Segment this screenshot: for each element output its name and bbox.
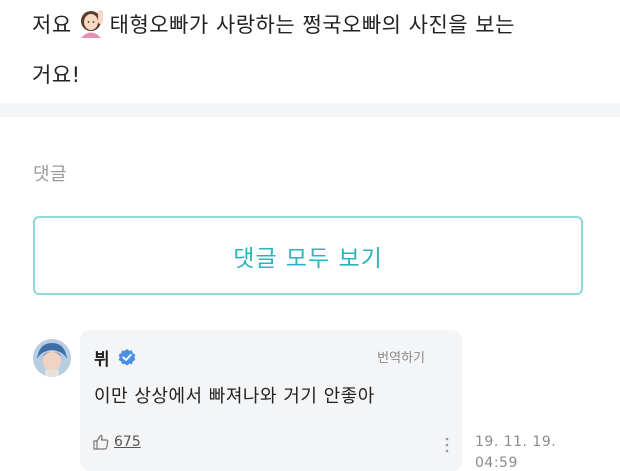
verified-badge-icon: [118, 348, 135, 366]
post-body: 저요 태형오빠가 사랑하는 쩡국오빠의 사진을 보는 거요!: [32, 0, 602, 100]
author-name: 뷔: [94, 350, 110, 370]
translate-button[interactable]: 번역하기: [377, 347, 425, 366]
comment-author[interactable]: 뷔: [94, 345, 137, 370]
post-text-rest: 태형오빠가 사랑하는 쩡국오빠의 사진을 보는: [109, 13, 515, 37]
post-page: 저요 태형오빠가 사랑하는 쩡국오빠의 사진을 보는 거요! 댓글 댓글 모두 …: [0, 0, 620, 471]
post-line-2: 거요!: [32, 63, 81, 87]
avatar[interactable]: [33, 339, 71, 377]
comment-time: 04:59: [475, 455, 518, 471]
more-options-icon[interactable]: [444, 436, 450, 454]
view-all-comments-button[interactable]: 댓글 모두 보기: [33, 216, 583, 295]
avatar-image: [33, 339, 71, 377]
comment-bubble: 뷔 번역하기 이만 상상에서 빠져나와 거기 안좋아 675: [80, 330, 462, 471]
comments-heading: 댓글: [33, 164, 68, 185]
like-button[interactable]: 675: [92, 433, 141, 451]
comment-date: 19. 11. 19.: [475, 434, 557, 450]
raising-hand-emoji-icon: [80, 10, 103, 38]
comment-text: 이만 상상에서 빠져나와 거기 안좋아: [94, 386, 375, 407]
thumbs-up-icon: [93, 434, 109, 450]
like-count[interactable]: 675: [114, 434, 141, 450]
section-divider: [0, 103, 620, 117]
post-line-1: 저요 태형오빠가 사랑하는 쩡국오빠의 사진을 보는: [32, 0, 602, 50]
post-text-start: 저요: [32, 13, 72, 37]
comment-timestamp: 19. 11. 19. 04:59: [475, 432, 556, 471]
